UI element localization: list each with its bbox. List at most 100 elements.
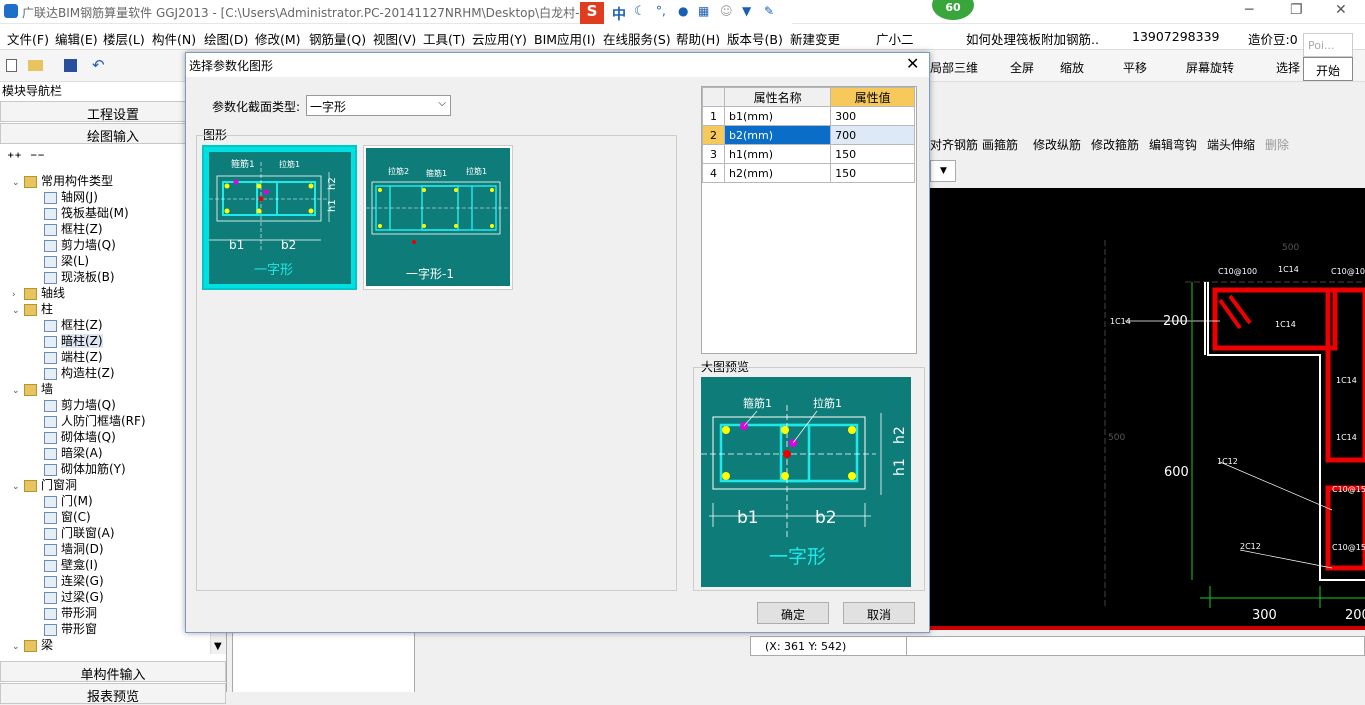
tree-item[interactable]: 壁龛(I)	[44, 556, 98, 573]
menu-help-link[interactable]: 如何处理筏板附加钢筋..	[966, 29, 1099, 48]
tree-folder[interactable]: ⌄ 门窗洞	[12, 476, 77, 493]
shape-thumb-yizi[interactable]: 箍筋1 拉筋1 b1 b2 h1 h2 一字形	[202, 145, 357, 290]
tree-folder[interactable]: › 轴线	[12, 284, 65, 301]
tree-item[interactable]: 剪力墙(Q)	[44, 236, 116, 253]
open-folder-icon[interactable]	[28, 60, 43, 71]
tree-item[interactable]: 暗柱(Z)	[44, 332, 103, 349]
tree-folder[interactable]: ⌄ 柱	[12, 300, 53, 317]
props-row[interactable]: 4 h2(mm) 150	[702, 163, 915, 183]
menu-version[interactable]: 版本号(B)	[727, 29, 783, 48]
tree-item[interactable]: 构造柱(Z)	[44, 364, 115, 381]
menu-view[interactable]: 视图(V)	[373, 29, 416, 48]
notification-badge[interactable]: 60	[932, 0, 974, 20]
tree-item[interactable]: 门联窗(A)	[44, 524, 115, 541]
single-component-input-button[interactable]: 单构件输入	[0, 661, 226, 683]
tree-item[interactable]: 框柱(Z)	[44, 220, 103, 237]
undo-icon[interactable]: ↶	[92, 56, 105, 74]
menu-floor[interactable]: 楼层(L)	[103, 29, 145, 48]
toolbar-pan[interactable]: 平移	[1123, 59, 1147, 76]
toolbar-fullscreen[interactable]: 全屏	[1010, 59, 1034, 76]
tree-item[interactable]: 轴网(J)	[44, 188, 98, 205]
tree-item[interactable]: 门(M)	[44, 492, 93, 509]
menu-file[interactable]: 文件(F)	[7, 29, 49, 48]
prop-value[interactable]: 300	[830, 106, 915, 126]
tree-item[interactable]: 人防门框墙(RF)	[44, 412, 146, 429]
tree-item[interactable]: 砌体加筋(Y)	[44, 460, 126, 477]
menu-modify[interactable]: 修改(M)	[255, 29, 301, 48]
expand-arrow-icon[interactable]: ›	[12, 290, 24, 300]
prop-value[interactable]: 150	[830, 163, 915, 183]
expand-arrow-icon[interactable]: ⌄	[12, 306, 24, 316]
menu-new-change[interactable]: 新建变更	[790, 29, 840, 48]
menu-help[interactable]: 帮助(H)	[676, 29, 720, 48]
delete-tool[interactable]: 删除	[1265, 136, 1289, 153]
minimize-button[interactable]: ─	[1245, 2, 1253, 18]
tree-item[interactable]: 框柱(Z)	[44, 316, 103, 333]
tree-item[interactable]: 剪力墙(Q)	[44, 396, 116, 413]
ime-bar[interactable]: S 中 ☾ °, ● ▦ ☺ ▼ ✎	[580, 2, 792, 24]
tree-item[interactable]: 现浇板(B)	[44, 268, 115, 285]
tree-item[interactable]: 带形窗	[44, 620, 97, 637]
section-type-select[interactable]: 一字形 ⌵	[306, 95, 451, 116]
menu-tools[interactable]: 工具(T)	[423, 29, 465, 48]
props-row[interactable]: 1 b1(mm) 300	[702, 106, 915, 126]
ok-button[interactable]: 确定	[757, 602, 829, 624]
menu-bim[interactable]: BIM应用(I)	[534, 29, 596, 48]
expand-arrow-icon[interactable]: ⌄	[12, 642, 24, 652]
tree-label: 过梁(G)	[61, 590, 104, 604]
tree-item[interactable]: 暗梁(A)	[44, 444, 103, 461]
prop-value[interactable]: 700	[830, 125, 915, 145]
dialog-close-button[interactable]: ✕	[906, 54, 919, 73]
cad-canvas[interactable]: C10@100 1C14 C10@100 1C14 1C14 1C14 1C14…	[930, 188, 1365, 626]
props-row[interactable]: 2 b2(mm) 700	[702, 125, 915, 145]
align-rebar-tool[interactable]: 对齐钢筋	[930, 136, 978, 153]
tree-item[interactable]: 墙洞(D)	[44, 540, 104, 557]
report-preview-button[interactable]: 报表预览	[0, 683, 226, 705]
draw-stirrup-tool[interactable]: 画箍筋	[982, 136, 1018, 153]
toolbar-local-3d[interactable]: 局部三维	[930, 59, 978, 76]
start-button[interactable]: 开始	[1303, 57, 1353, 81]
menu-draw[interactable]: 绘图(D)	[204, 29, 248, 48]
props-row[interactable]: 3 h1(mm) 150	[702, 144, 915, 164]
modify-stirrup-tool[interactable]: 修改箍筋	[1091, 136, 1139, 153]
menu-account[interactable]: 13907298339	[1132, 29, 1219, 44]
collapse-all-icon[interactable]: ⁻⁻	[30, 150, 45, 166]
menu-edit[interactable]: 编辑(E)	[55, 29, 98, 48]
modify-longitudinal-tool[interactable]: 修改纵筋	[1033, 136, 1081, 153]
tree-folder[interactable]: ⌄ 墙	[12, 380, 53, 397]
tree-item[interactable]: 砌体墙(Q)	[44, 428, 116, 445]
tree-item[interactable]: 梁(L)	[44, 252, 89, 269]
shape-thumb-yizi-1[interactable]: 拉筋2 箍筋1 拉筋1 一字形-1	[363, 145, 513, 290]
menu-beans[interactable]: 造价豆:0	[1248, 29, 1298, 48]
menu-guangxiaoer[interactable]: 广小二	[876, 29, 914, 48]
menu-component[interactable]: 构件(N)	[152, 29, 196, 48]
maximize-button[interactable]: ❐	[1290, 2, 1303, 18]
toolbar-select[interactable]: 选择	[1276, 59, 1300, 76]
tree-item[interactable]: 带形洞	[44, 604, 97, 621]
tree-item[interactable]: 窗(C)	[44, 508, 91, 525]
edit-hook-tool[interactable]: 编辑弯钩	[1149, 136, 1197, 153]
toolbar-rotate[interactable]: 屏幕旋转	[1186, 59, 1234, 76]
cancel-button[interactable]: 取消	[843, 602, 915, 624]
tree-item[interactable]: 过梁(G)	[44, 588, 104, 605]
expand-arrow-icon[interactable]: ⌄	[12, 386, 24, 396]
save-icon[interactable]	[64, 59, 77, 72]
end-stretch-tool[interactable]: 端头伸缩	[1207, 136, 1255, 153]
tree-item[interactable]: 筏板基础(M)	[44, 204, 129, 221]
layer-select[interactable]: ▼	[930, 160, 956, 182]
prop-value[interactable]: 150	[830, 144, 915, 164]
new-file-icon[interactable]	[6, 59, 17, 72]
expand-all-icon[interactable]: ⁺⁺	[7, 150, 22, 166]
tree-item[interactable]: 连梁(G)	[44, 572, 104, 589]
toolbar-zoom[interactable]: 缩放	[1060, 59, 1084, 76]
tree-folder[interactable]: ⌄ 梁	[12, 636, 53, 653]
menu-cloud[interactable]: 云应用(Y)	[472, 29, 527, 48]
menu-rebar-qty[interactable]: 钢筋量(Q)	[309, 29, 366, 48]
close-window-button[interactable]: ✕	[1335, 2, 1347, 18]
expand-arrow-icon[interactable]: ⌄	[12, 482, 24, 492]
poi-popup[interactable]: Poi...	[1303, 33, 1353, 57]
tree-folder[interactable]: ⌄ 常用构件类型	[12, 172, 113, 189]
expand-arrow-icon[interactable]: ⌄	[12, 178, 24, 188]
menu-online[interactable]: 在线服务(S)	[603, 29, 671, 48]
tree-item[interactable]: 端柱(Z)	[44, 348, 103, 365]
